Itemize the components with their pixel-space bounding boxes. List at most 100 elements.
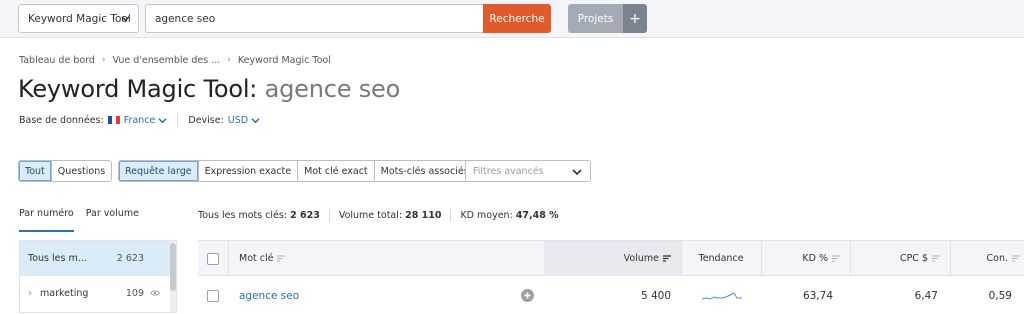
tool-select-label: Keyword Magic Tool xyxy=(28,12,131,25)
tool-select[interactable]: Keyword Magic Tool xyxy=(18,4,139,33)
search-input-value: agence seo xyxy=(155,12,216,25)
column-header-kd[interactable]: KD % xyxy=(761,241,850,276)
scrollbar-thumb[interactable] xyxy=(170,243,176,291)
search-button-label: Recherche xyxy=(489,12,545,25)
match-type-toggle: Tout Questions xyxy=(18,160,113,182)
search-button[interactable]: Recherche xyxy=(483,4,551,33)
divider xyxy=(450,208,452,222)
filter-questions-label: Questions xyxy=(57,165,106,177)
related-keywords-button[interactable]: Mots-clés associés xyxy=(374,161,475,181)
related-keywords-label: Mots-clés associés xyxy=(380,165,469,177)
sort-icon xyxy=(1012,255,1020,262)
chevron-down-icon xyxy=(572,169,582,176)
total-volume-label: Volume total: xyxy=(338,209,403,221)
broad-match-label: Requête large xyxy=(125,165,192,177)
group-item-label: Tous les m... xyxy=(28,253,87,264)
add-project-button[interactable]: + xyxy=(623,4,647,33)
tab-by-number[interactable]: Par numéro xyxy=(19,208,74,232)
checkbox[interactable] xyxy=(207,252,219,265)
breadcrumb: Tableau de bord › Vue d'ensemble des ...… xyxy=(19,53,331,67)
sort-icon xyxy=(832,255,840,262)
total-volume-value: 28 110 xyxy=(405,209,442,221)
sort-icon xyxy=(277,255,286,262)
group-sort-tabs: Par numéro Par volume xyxy=(19,208,151,232)
column-header-keyword[interactable]: Mot clé xyxy=(239,241,286,276)
chevron-down-icon xyxy=(121,16,130,22)
plus-circle-icon[interactable] xyxy=(521,289,534,302)
currency-value: USD xyxy=(227,114,249,126)
competition-value: 0,59 xyxy=(988,289,1012,302)
chevron-right-icon[interactable]: › xyxy=(28,288,32,299)
breadcrumb-item-current: Keyword Magic Tool xyxy=(237,54,331,66)
projects-button[interactable]: Projets xyxy=(568,4,623,33)
filter-all-label: Tout xyxy=(25,165,45,177)
column-header-competition[interactable]: Con. xyxy=(950,241,1024,276)
group-item-marketing[interactable]: › marketing 109 xyxy=(20,276,176,311)
group-list-scrollbar[interactable] xyxy=(170,241,176,312)
advanced-filters-select[interactable]: Filtres avancés xyxy=(465,160,591,182)
advanced-filters-placeholder: Filtres avancés xyxy=(473,165,544,177)
column-header-volume-label: Volume xyxy=(623,253,659,264)
column-header-cpc[interactable]: CPC $ xyxy=(850,241,950,276)
plus-icon: + xyxy=(629,10,641,27)
currency-select[interactable]: USD xyxy=(228,115,260,126)
trend-sparkline xyxy=(702,291,742,300)
keyword-group-list: Tous les m... 2 623 › marketing 109 xyxy=(19,240,177,313)
broad-match-button[interactable]: Requête large xyxy=(119,161,199,181)
table-header: Mot clé Volume Tendance KD % CPC $ Con. xyxy=(198,241,1024,276)
sort-descending-icon xyxy=(663,255,671,262)
select-all-checkbox[interactable] xyxy=(207,241,221,276)
filter-all-button[interactable]: Tout xyxy=(19,161,52,181)
france-flag-icon xyxy=(107,116,120,124)
avg-kd-label: KD moyen: xyxy=(460,209,513,221)
keywords-table: Mot clé Volume Tendance KD % CPC $ Con. xyxy=(198,240,1024,314)
group-item-all[interactable]: Tous les m... 2 623 xyxy=(20,241,176,276)
kd-cell: 63,74 xyxy=(761,277,833,314)
column-header-cpc-label: CPC $ xyxy=(899,253,928,264)
exact-match-label: Mot clé exact xyxy=(304,165,368,177)
column-header-competition-label: Con. xyxy=(986,253,1009,264)
trend-cell xyxy=(702,277,742,314)
group-item-count: 109 xyxy=(125,288,144,299)
column-header-kd-label: KD % xyxy=(802,253,828,264)
database-currency-bar: Base de données: France Devise: USD xyxy=(19,113,260,127)
top-bar: Keyword Magic Tool agence seo Recherche … xyxy=(0,0,1024,38)
keyword-stats: Tous les mots clés: 2 623 Volume total: … xyxy=(198,208,559,222)
row-checkbox[interactable] xyxy=(207,277,219,314)
page-title: Keyword Magic Tool: agence seo xyxy=(18,75,400,107)
phrase-match-button[interactable]: Expression exacte xyxy=(198,161,299,181)
group-item-label: marketing xyxy=(40,288,89,299)
filter-questions-button[interactable]: Questions xyxy=(51,161,112,181)
volume-value: 5 400 xyxy=(640,289,671,302)
keyword-cell: agence seo xyxy=(239,277,299,314)
breadcrumb-item-overview[interactable]: Vue d'ensemble des ... xyxy=(113,55,221,66)
eye-icon[interactable] xyxy=(150,289,160,297)
chevron-down-icon xyxy=(158,117,167,123)
page-title-prefix: Keyword Magic Tool: xyxy=(18,75,258,103)
all-keywords-label: Tous les mots clés: xyxy=(198,209,288,221)
sort-icon xyxy=(932,255,940,262)
column-header-keyword-label: Mot clé xyxy=(239,253,274,264)
volume-cell: 5 400 xyxy=(544,277,671,314)
table-row: agence seo 5 400 63,74 6,47 0,59 xyxy=(198,277,1024,314)
keyword-link[interactable]: agence seo xyxy=(239,290,299,302)
avg-kd-value: 47,48 % xyxy=(515,209,559,221)
currency-label: Devise: xyxy=(188,114,224,126)
group-item-count: 2 623 xyxy=(116,253,144,264)
cpc-cell: 6,47 xyxy=(850,277,938,314)
database-select[interactable]: France xyxy=(107,115,168,126)
add-to-list-button[interactable] xyxy=(521,277,534,314)
column-divider xyxy=(228,241,229,276)
breadcrumb-item-dashboard[interactable]: Tableau de bord xyxy=(19,55,95,66)
exact-match-button[interactable]: Mot clé exact xyxy=(298,161,375,181)
phrase-match-label: Expression exacte xyxy=(204,165,292,177)
divider xyxy=(328,208,330,222)
tab-by-volume[interactable]: Par volume xyxy=(86,208,139,222)
divider xyxy=(177,113,179,127)
column-header-volume[interactable]: Volume xyxy=(544,241,681,276)
chevron-right-icon: › xyxy=(227,55,231,65)
search-input[interactable]: agence seo xyxy=(145,4,483,33)
projects-button-label: Projets xyxy=(577,12,614,25)
checkbox[interactable] xyxy=(207,289,219,302)
column-header-trend: Tendance xyxy=(681,241,761,276)
